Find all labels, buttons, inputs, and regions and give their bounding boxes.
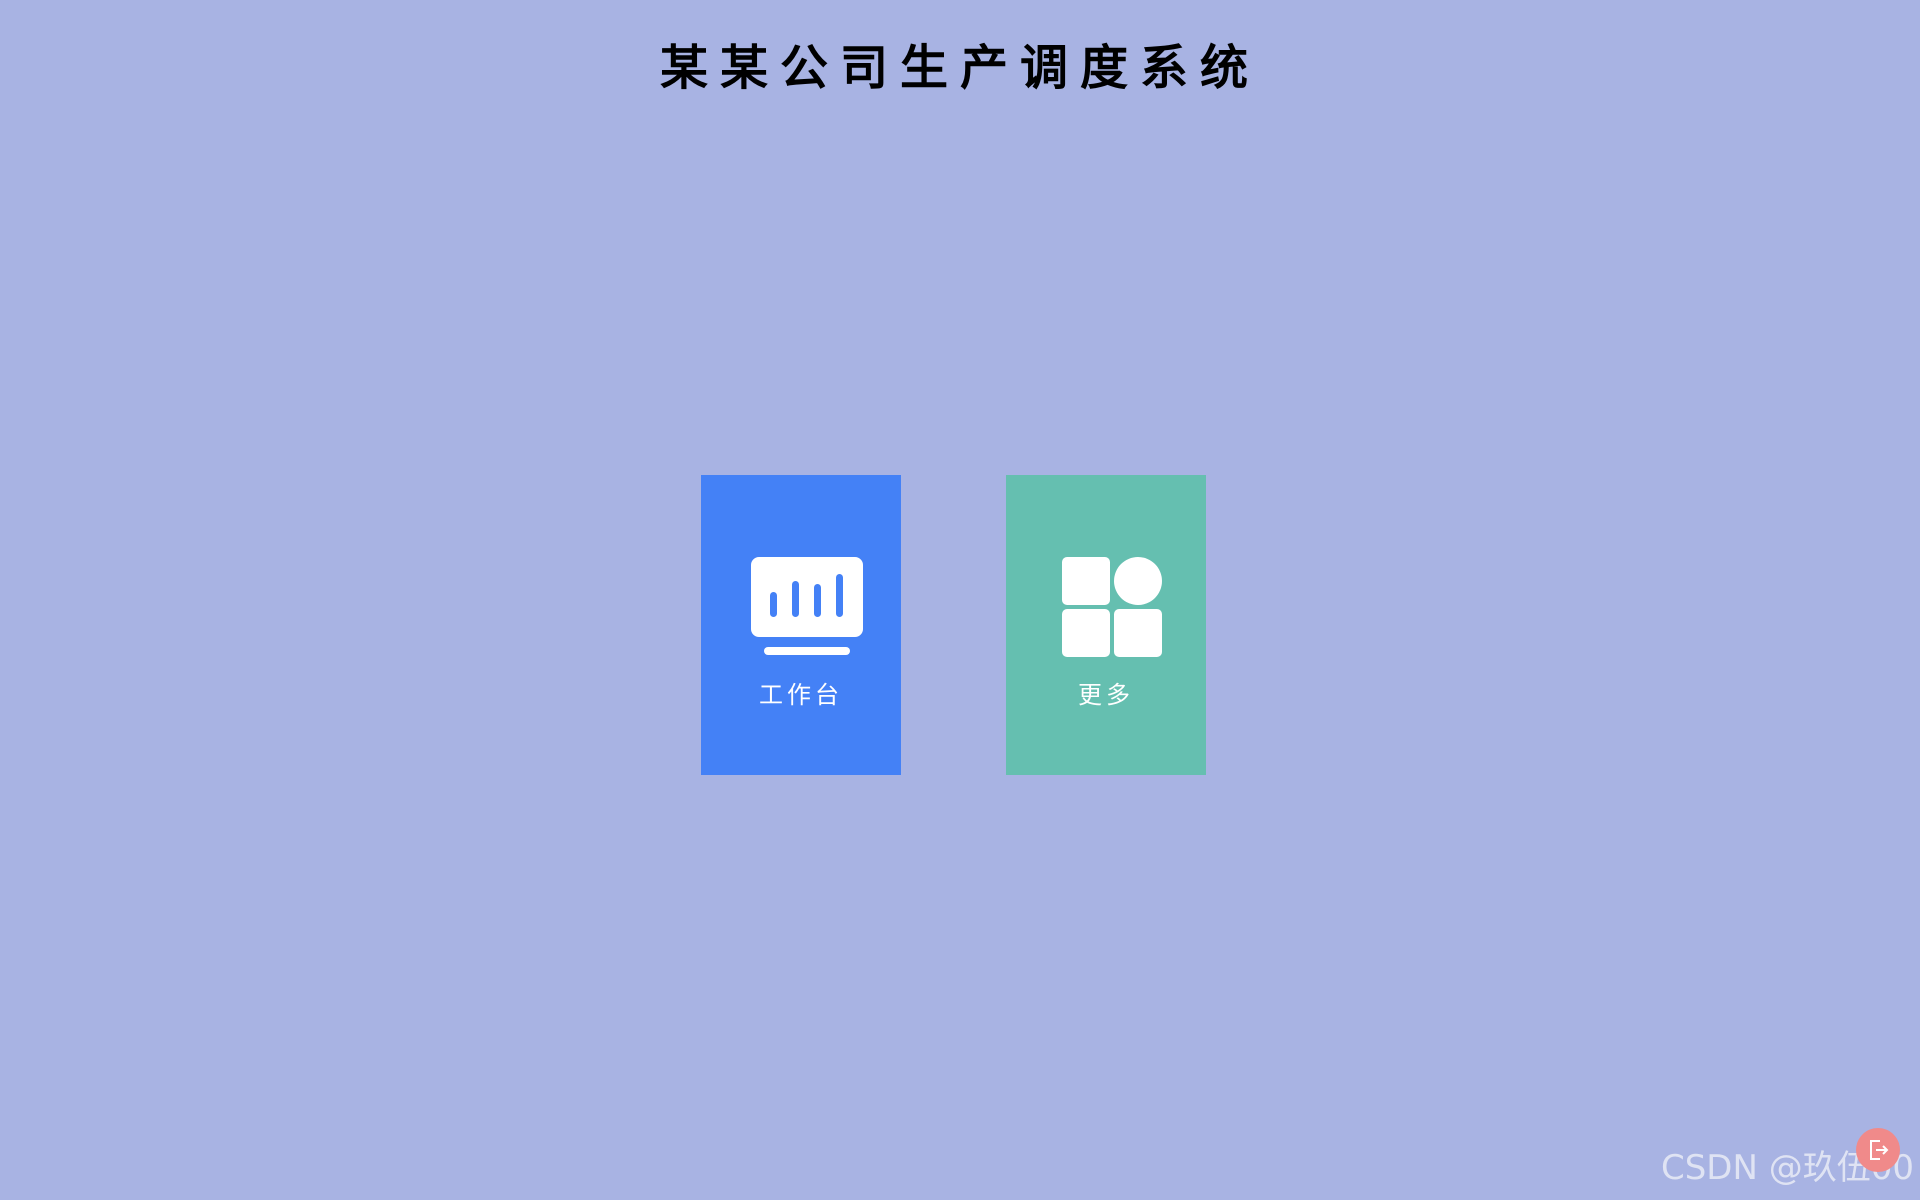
- more-tile[interactable]: 更多: [1006, 475, 1206, 775]
- page-title: 某某公司生产调度系统: [659, 40, 1260, 96]
- workbench-tile[interactable]: 工作台: [701, 475, 901, 775]
- apps-grid-icon: [1062, 557, 1162, 657]
- exit-icon: [1870, 1140, 1889, 1160]
- workbench-label: 工作台: [759, 681, 843, 709]
- more-label: 更多: [1078, 681, 1134, 709]
- exit-button[interactable]: [1856, 1128, 1900, 1172]
- dashboard-monitor-icon: [751, 557, 863, 655]
